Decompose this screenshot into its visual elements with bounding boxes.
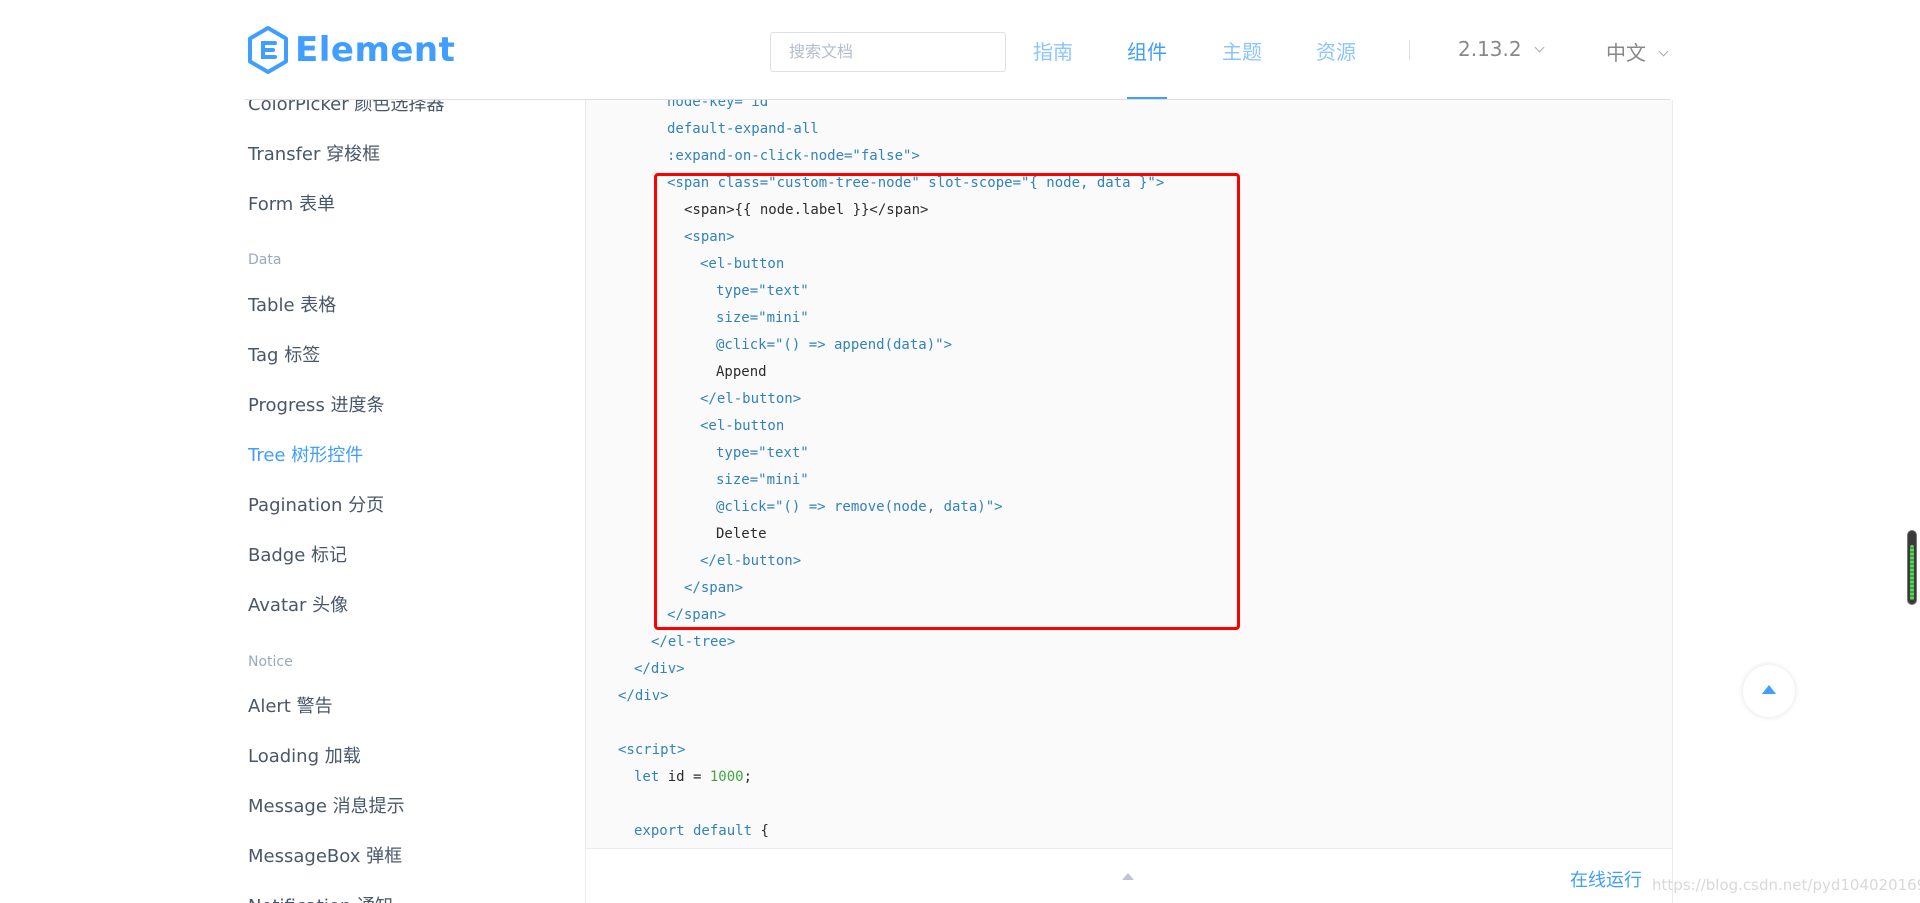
nav-divider — [1409, 40, 1410, 60]
element-logo-icon — [248, 26, 288, 74]
sidebar-item-message[interactable]: Message 消息提示 — [248, 792, 405, 818]
chevron-down-icon — [1658, 46, 1669, 57]
sidebar-item-avatar[interactable]: Avatar 头像 — [248, 591, 348, 617]
search-input[interactable]: 搜索文档 — [770, 32, 1006, 72]
sidebar-nav: ColorPicker 颜色选择器 Transfer 穿梭框 Form 表单 D… — [0, 100, 585, 903]
sidebar-item-tag[interactable]: Tag 标签 — [248, 341, 320, 367]
arrow-up-icon — [1762, 685, 1776, 694]
code-line: :expand-on-click-node="false"> — [667, 148, 920, 164]
sidebar-item-pagination[interactable]: Pagination 分页 — [248, 491, 384, 517]
code-line: let id = 1000; — [634, 769, 753, 785]
sidebar-item-badge[interactable]: Badge 标记 — [248, 541, 347, 567]
code-line: <script> — [618, 742, 686, 758]
code-line: </div> — [618, 688, 669, 704]
nav-theme[interactable]: 主题 — [1222, 36, 1262, 65]
code-line: default-expand-all — [667, 121, 819, 137]
top-header: Element 搜索文档 指南 组件 主题 资源 2.13.2 中文 — [0, 0, 1920, 100]
active-nav-indicator — [1127, 97, 1167, 99]
element-logo[interactable]: Element — [247, 26, 455, 74]
version-dropdown[interactable]: 2.13.2 — [1458, 37, 1545, 61]
sidebar-item-alert[interactable]: Alert 警告 — [248, 692, 333, 718]
nav-component[interactable]: 组件 — [1127, 36, 1167, 65]
search-placeholder: 搜索文档 — [789, 42, 854, 61]
back-to-top-button[interactable] — [1743, 665, 1795, 717]
language-dropdown[interactable]: 中文 — [1606, 37, 1669, 66]
scroll-indicator[interactable] — [1907, 530, 1917, 605]
sidebar-item-messagebox[interactable]: MessageBox 弹框 — [248, 842, 402, 868]
logo-text: Element — [295, 30, 456, 70]
highlight-annotation-box — [654, 173, 1240, 630]
code-line: </div> — [634, 661, 685, 677]
sidebar-item-colorpicker[interactable]: ColorPicker 颜色选择器 — [248, 100, 444, 116]
chevron-down-icon — [1534, 42, 1545, 53]
code-line: </el-tree> — [651, 634, 736, 650]
sidebar-item-transfer[interactable]: Transfer 穿梭框 — [248, 140, 380, 166]
language-label: 中文 — [1606, 41, 1646, 65]
code-line: export default { — [634, 823, 769, 839]
nav-guide[interactable]: 指南 — [1033, 36, 1073, 65]
sidebar-group-notice: Notice — [248, 654, 293, 670]
sidebar-item-form[interactable]: Form 表单 — [248, 190, 335, 216]
watermark-text: https://blog.csdn.net/pyd1040201698 — [1652, 876, 1920, 894]
sidebar-item-loading[interactable]: Loading 加载 — [248, 742, 361, 768]
scroll-indicator-fill — [1910, 545, 1914, 600]
nav-resource[interactable]: 资源 — [1316, 36, 1356, 65]
sidebar-item-table[interactable]: Table 表格 — [248, 291, 336, 317]
sidebar-group-data: Data — [248, 252, 282, 268]
sidebar-item-progress[interactable]: Progress 进度条 — [248, 391, 385, 417]
sidebar-item-tree[interactable]: Tree 树形控件 — [248, 441, 363, 467]
version-label: 2.13.2 — [1458, 37, 1522, 61]
sidebar-item-notification[interactable]: Notification 通知 — [248, 892, 393, 903]
collapse-arrow-icon[interactable] — [1122, 873, 1134, 880]
code-line: node-key="id" — [667, 100, 777, 110]
run-online-link[interactable]: 在线运行 — [1570, 866, 1642, 892]
header-bar: Element 搜索文档 指南 组件 主题 资源 2.13.2 中文 — [245, 0, 1670, 100]
demo-control-bar[interactable]: 在线运行 — [585, 848, 1673, 903]
